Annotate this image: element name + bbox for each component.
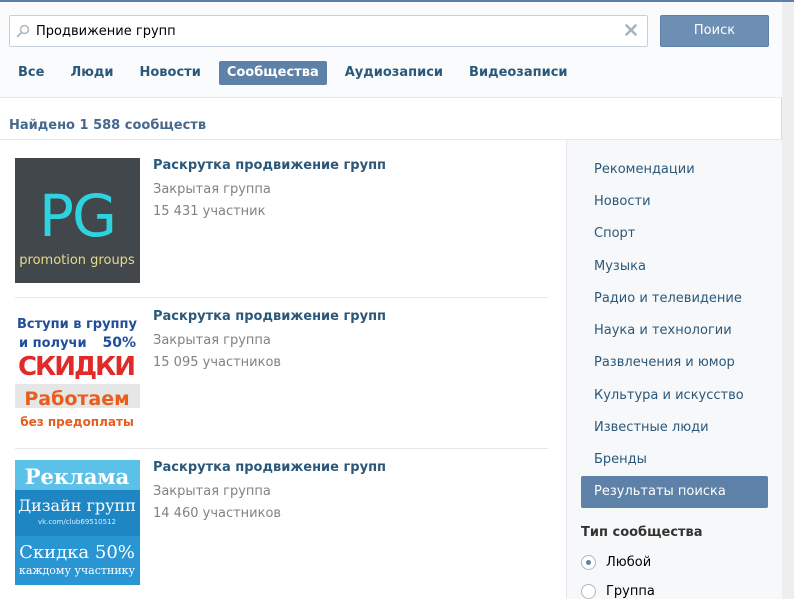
radio-group[interactable]: Группа [581,580,655,599]
sidebar-item-culture[interactable]: Культура и искусство [581,380,768,412]
group-type: Закрытая группа [153,333,271,348]
group-members: 14 460 участников [153,506,282,521]
divider [15,448,548,449]
tab-communities[interactable]: Сообщества [218,61,327,85]
thumb-text: и получи [19,336,87,351]
group-type: Закрытая группа [153,182,271,197]
thumb-text: 50% [102,335,136,351]
group-avatar[interactable]: PG promotion groups [15,158,140,283]
magnifier-icon [16,24,30,38]
group-members: 15 431 участник [153,204,266,219]
radio-checked-icon[interactable] [581,554,596,570]
radio-unchecked-icon[interactable] [581,583,596,599]
close-icon[interactable] [624,23,638,37]
category-sidebar: Рекомендации Новости Спорт Музыка Радио … [566,140,782,599]
sidebar-item-music[interactable]: Музыка [581,251,768,283]
search-header: Поиск Все Люди Новости Сообщества Аудиоз… [0,2,782,98]
group-members: 15 095 участников [153,355,282,370]
tab-people[interactable]: Люди [62,61,121,85]
thumb-text: без предоплаты [20,415,134,429]
group-type: Закрытая группа [153,484,271,499]
divider [15,297,548,298]
group-name-link[interactable]: Раскрутка продвижение групп [153,460,386,475]
thumb-text: СКИДКИ [18,352,136,382]
thumb-text: Реклама [25,464,130,489]
tab-audio[interactable]: Аудиозаписи [337,61,451,85]
tab-news[interactable]: Новости [131,61,208,85]
group-avatar[interactable]: Реклама Дизайн групп vk.com/club69510512… [15,460,140,585]
radio-any[interactable]: Любой [581,551,651,573]
group-name-link[interactable]: Раскрутка продвижение групп [153,158,386,173]
thumb-text: Скидка 50% [19,542,135,563]
sidebar-item-entertainment[interactable]: Развлечения и юмор [581,347,768,379]
thumb-text: Работаем [24,388,129,410]
search-panel: Поиск Все Люди Новости Сообщества Аудиоз… [0,2,782,599]
filter-title: Тип сообщества [581,525,703,540]
group-name-link[interactable]: Раскрутка продвижение групп [153,309,386,324]
search-input[interactable] [36,16,616,46]
search-button[interactable]: Поиск [660,15,769,47]
thumb-text: PG [39,182,115,250]
thumb-text: Вступи в группу [17,317,138,332]
tab-all[interactable]: Все [10,61,52,85]
results-count: Найдено 1 588 сообществ [9,118,207,133]
sidebar-item-search-results[interactable]: Результаты поиска [581,476,768,508]
thumb-text: каждому участнику [19,564,136,577]
sidebar-item-recommendations[interactable]: Рекомендации [581,154,768,186]
sidebar-item-brands[interactable]: Бренды [581,444,768,476]
sidebar-item-sport[interactable]: Спорт [581,218,768,250]
sidebar-item-celebrities[interactable]: Известные люди [581,412,768,444]
sidebar-item-science[interactable]: Наука и технологии [581,315,768,347]
group-avatar[interactable]: Вступи в группу и получи 50% СКИДКИ Рабо… [15,309,140,434]
search-field[interactable] [9,15,648,47]
tab-video[interactable]: Видеозаписи [461,61,576,85]
sidebar-item-news[interactable]: Новости [581,186,768,218]
thumb-text: vk.com/club69510512 [38,518,116,526]
sidebar-item-radio-tv[interactable]: Радио и телевидение [581,283,768,315]
thumb-text: Дизайн групп [18,496,136,515]
radio-label: Любой [606,554,652,570]
radio-label: Группа [606,583,655,599]
search-tabs: Все Люди Новости Сообщества Аудиозаписи … [10,60,586,86]
thumb-text: promotion groups [19,253,135,268]
